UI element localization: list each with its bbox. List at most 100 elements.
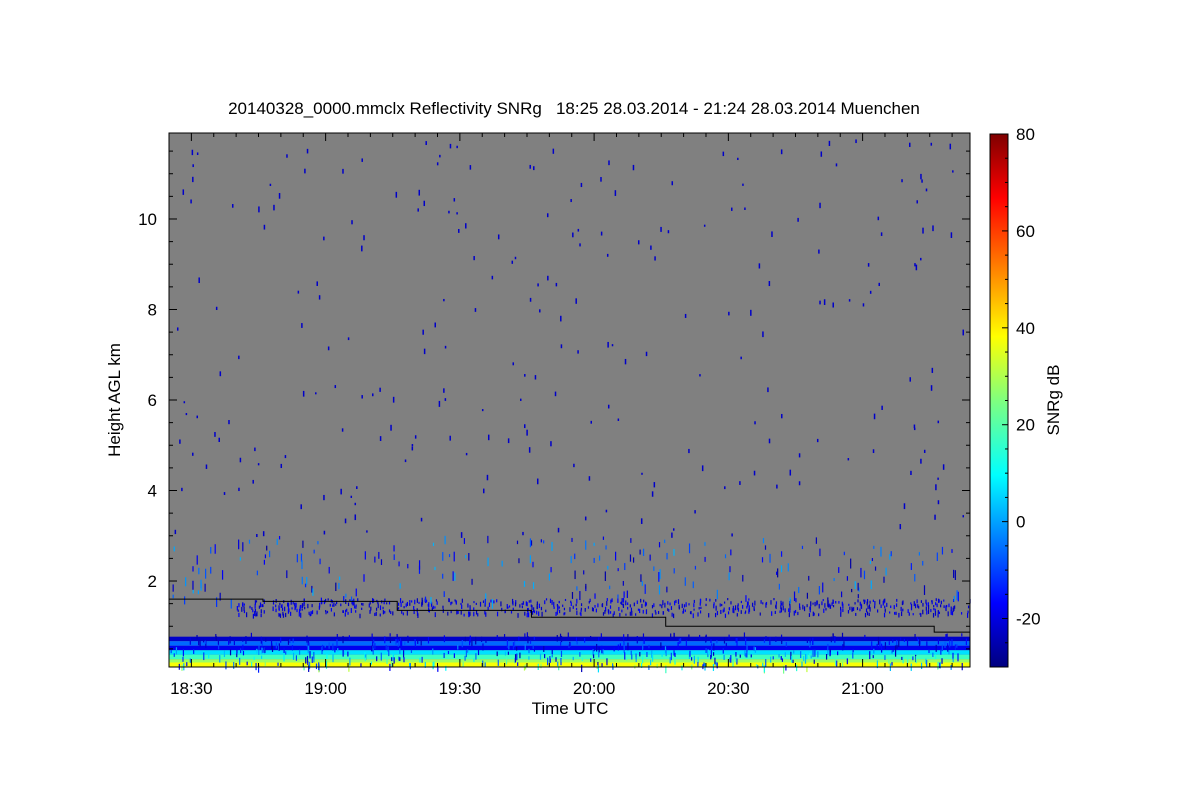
aerosol-speck (795, 598, 797, 603)
noise-speck (767, 387, 769, 393)
signal-speck (364, 652, 366, 659)
signal-speck (421, 656, 423, 663)
aerosol-speck (473, 612, 475, 617)
aerosol-speck (916, 599, 918, 604)
aerosol-speck (693, 603, 695, 608)
aerosol-speck (831, 602, 833, 606)
echo-speck (463, 538, 466, 544)
signal-speck (944, 641, 946, 648)
signal-speck (432, 648, 434, 655)
aerosol-speck (799, 606, 801, 610)
aerosol-speck (814, 601, 816, 607)
echo-speck (363, 574, 365, 582)
signal-speck (715, 661, 717, 666)
signal-speck (669, 657, 671, 664)
noise-speck (903, 503, 906, 510)
noise-speck (304, 168, 306, 174)
signal-speck (762, 662, 764, 668)
signal-speck (891, 650, 893, 654)
noise-speck (286, 154, 288, 158)
signal-speck (203, 652, 205, 661)
aerosol-speck (788, 612, 790, 618)
noise-speck (722, 151, 725, 157)
echo-speck (729, 566, 731, 573)
signal-speck (937, 639, 939, 645)
noise-speck (425, 141, 427, 146)
aerosol-speck (370, 606, 372, 611)
signal-speck (900, 637, 902, 641)
signal-speck (467, 649, 469, 653)
aerosol-speck (818, 613, 820, 617)
aerosol-speck (538, 603, 541, 609)
signal-speck (419, 657, 421, 663)
signal-speck (827, 643, 829, 651)
aerosol-speck (461, 604, 463, 609)
noise-speck (688, 448, 690, 454)
aerosol-speck (533, 607, 535, 613)
signal-speck (725, 642, 727, 647)
aerosol-speck (327, 598, 329, 601)
aerosol-speck (475, 602, 477, 605)
noise-speck (550, 441, 552, 447)
signal-speck (624, 652, 626, 660)
signal-speck (606, 658, 608, 666)
signal-speck (464, 636, 466, 642)
signal-speck (264, 660, 266, 666)
aerosol-speck (399, 598, 402, 603)
aerosol-speck (933, 608, 935, 611)
signal-speck (642, 641, 644, 649)
aerosol-speck (493, 600, 495, 604)
aerosol-speck (840, 612, 842, 617)
aerosol-speck (536, 604, 538, 610)
signal-speck (688, 634, 690, 641)
noise-speck (913, 424, 916, 429)
echo-speck (501, 560, 503, 567)
noise-speck (776, 484, 778, 489)
echo-speck (644, 584, 646, 594)
echo-speck (953, 595, 955, 602)
aerosol-speck (479, 601, 482, 607)
aerosol-speck (690, 611, 692, 615)
noise-speck (474, 308, 477, 312)
echo-speck (452, 571, 454, 581)
noise-speck (436, 162, 439, 166)
noise-speck (728, 311, 730, 316)
aerosol-speck (874, 605, 876, 609)
signal-speck (806, 638, 808, 643)
noise-speck (560, 344, 563, 349)
signal-speck (555, 657, 557, 662)
aerosol-speck (856, 607, 859, 611)
noise-speck (653, 482, 656, 488)
aerosol-speck (898, 612, 900, 618)
echo-speck (609, 585, 611, 590)
aerosol-speck (920, 600, 923, 603)
aerosol-speck (637, 608, 640, 611)
aerosol-speck (670, 606, 673, 610)
signal-speck (689, 650, 691, 657)
echo-speck (200, 579, 202, 589)
aerosol-speck (521, 605, 523, 609)
aerosol-speck (496, 611, 499, 617)
aerosol-speck (950, 606, 952, 612)
aerosol-speck (895, 603, 898, 607)
signal-speck (278, 643, 280, 651)
noise-speck (392, 396, 395, 403)
noise-speck (351, 220, 353, 225)
echo-speck (605, 545, 607, 550)
aerosol-speck (482, 600, 485, 604)
aerosol-speck (260, 613, 262, 618)
signal-speck (901, 656, 903, 660)
signal-speck (744, 649, 746, 657)
signal-speck (646, 651, 648, 657)
aerosol-speck (821, 601, 823, 606)
aerosol-speck (775, 601, 778, 605)
signal-speck (384, 636, 386, 644)
echo-speck (296, 554, 298, 563)
echo-speck (574, 553, 576, 560)
noise-speck (422, 329, 424, 335)
aerosol-speck (575, 603, 577, 607)
noise-speck (952, 170, 954, 173)
noise-speck (449, 143, 452, 149)
aerosol-speck (922, 609, 924, 615)
signal-speck (736, 638, 738, 647)
